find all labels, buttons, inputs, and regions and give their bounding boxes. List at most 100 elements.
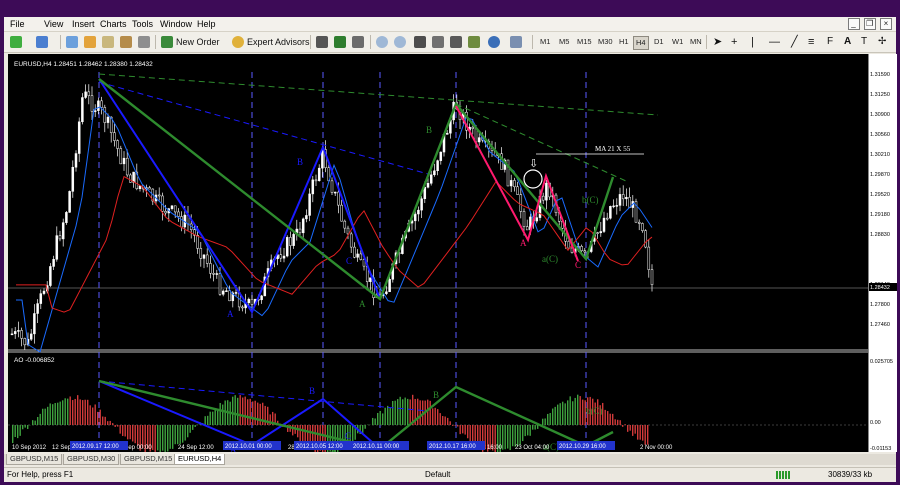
menu-insert[interactable]: Insert bbox=[72, 19, 95, 29]
cursor-icon[interactable]: ➤ bbox=[713, 35, 722, 49]
time-tick-0: 10 Sep 2012 bbox=[12, 445, 47, 451]
ao-bar bbox=[622, 425, 624, 427]
tab-eurusd-h4[interactable]: EURUSD,H4 bbox=[174, 454, 226, 465]
data-window-icon[interactable] bbox=[102, 36, 114, 48]
candle-body bbox=[305, 215, 308, 220]
close-icon[interactable]: × bbox=[880, 18, 892, 30]
menu-window[interactable]: Window bbox=[160, 19, 192, 29]
ao-bar bbox=[517, 425, 519, 447]
ao-wave-label-2: C bbox=[345, 431, 351, 441]
candle-body bbox=[285, 237, 289, 257]
menu-view[interactable]: View bbox=[44, 19, 63, 29]
zoom-in-icon[interactable] bbox=[376, 36, 388, 48]
chart-header: EURUSD,H4 1.28451 1.28462 1.28380 1.2843… bbox=[14, 61, 153, 68]
ma-fast-line bbox=[16, 106, 653, 353]
tf-d1[interactable]: D1 bbox=[652, 36, 666, 48]
ao-tick-2: -0.01153 bbox=[870, 446, 891, 452]
text-label-icon[interactable]: T bbox=[861, 35, 867, 49]
candle-body bbox=[212, 273, 215, 275]
new-chart-icon[interactable] bbox=[10, 36, 22, 48]
ao-bar bbox=[572, 401, 574, 425]
ao-bar bbox=[22, 425, 24, 430]
menu-help[interactable]: Help bbox=[197, 19, 216, 29]
ao-bar bbox=[387, 405, 389, 425]
ao-bar bbox=[94, 404, 96, 425]
candle-body bbox=[609, 206, 612, 219]
ao-wave-label-4: B bbox=[433, 390, 439, 400]
candle-body bbox=[196, 235, 199, 249]
tile-windows-icon[interactable] bbox=[414, 36, 426, 48]
ao-bar bbox=[102, 416, 104, 425]
chart-canvas[interactable]: EURUSD,H4 1.28451 1.28462 1.28380 1.2843… bbox=[8, 54, 868, 456]
wave-label-5: A bbox=[520, 238, 527, 248]
ao-bar bbox=[514, 425, 516, 447]
tab-gbpusd-m30[interactable]: GBPUSD,M30 bbox=[63, 454, 120, 465]
tf-mn[interactable]: MN bbox=[688, 36, 704, 48]
new-order-button[interactable]: New Order bbox=[176, 35, 220, 49]
tab-gbpusd-m15-2[interactable]: GBPUSD,M15 bbox=[120, 454, 177, 465]
ao-bar bbox=[179, 425, 181, 444]
candle-body bbox=[298, 228, 302, 234]
tf-m5[interactable]: M5 bbox=[557, 36, 571, 48]
ao-bar bbox=[542, 418, 544, 425]
vertical-line-icon[interactable]: | bbox=[751, 35, 754, 49]
text-icon[interactable]: A bbox=[844, 35, 851, 49]
ao-bar bbox=[627, 425, 629, 432]
templates-icon[interactable] bbox=[510, 36, 522, 48]
candle-body bbox=[641, 223, 644, 231]
menu-file[interactable]: File bbox=[10, 19, 25, 29]
ao-bar bbox=[232, 396, 234, 425]
wave-label-8: b(C) bbox=[582, 195, 599, 205]
tf-m1[interactable]: M1 bbox=[538, 36, 552, 48]
tf-h4[interactable]: H4 bbox=[633, 36, 649, 50]
tf-w1[interactable]: W1 bbox=[670, 36, 685, 48]
expert-advisors-button[interactable]: Expert Advisors bbox=[247, 35, 310, 49]
ao-bar bbox=[104, 416, 106, 425]
indicators-icon[interactable] bbox=[468, 36, 480, 48]
trendline-icon[interactable]: ╱ bbox=[791, 35, 798, 49]
tf-m15[interactable]: M15 bbox=[575, 36, 594, 48]
time-tick-8: 2 Nov 00:00 bbox=[640, 445, 673, 451]
ao-bar bbox=[567, 400, 569, 425]
candle-body bbox=[228, 290, 231, 302]
ao-header: AO -0.006852 bbox=[14, 357, 55, 364]
tf-m30[interactable]: M30 bbox=[596, 36, 615, 48]
ao-bar bbox=[239, 395, 241, 425]
ao-bar bbox=[137, 425, 139, 446]
ao-bar bbox=[429, 400, 431, 425]
profiles-icon[interactable] bbox=[36, 36, 48, 48]
zoom-out-icon[interactable] bbox=[394, 36, 406, 48]
horizontal-line-icon[interactable]: — bbox=[769, 35, 780, 49]
channel-icon[interactable]: ≡ bbox=[808, 35, 814, 49]
ao-bar bbox=[417, 398, 419, 425]
periods-icon[interactable] bbox=[488, 36, 500, 48]
terminal-icon[interactable] bbox=[120, 36, 132, 48]
fibonacci-icon[interactable]: F bbox=[827, 35, 833, 49]
vline-label-5: 2012.10.29 16:00 bbox=[559, 444, 606, 450]
tf-h1[interactable]: H1 bbox=[617, 36, 631, 48]
ao-bar bbox=[629, 425, 631, 431]
tester-icon[interactable] bbox=[138, 36, 150, 48]
arrows-icon[interactable]: ✢ bbox=[878, 35, 886, 49]
chart-shift-icon[interactable] bbox=[432, 36, 444, 48]
minimize-icon[interactable]: _ bbox=[847, 18, 860, 30]
crosshair-icon[interactable]: + bbox=[731, 35, 737, 49]
candle-body bbox=[349, 233, 353, 248]
navigator-icon[interactable] bbox=[84, 36, 96, 48]
ao-bar bbox=[54, 402, 56, 425]
restore-icon[interactable]: ❐ bbox=[863, 18, 876, 30]
candle-body bbox=[308, 193, 311, 216]
price-chart[interactable]: EURUSD,H4 1.28451 1.28462 1.28380 1.2843… bbox=[8, 54, 868, 456]
market-watch-icon[interactable] bbox=[66, 36, 78, 48]
line-chart-icon[interactable] bbox=[352, 36, 364, 48]
ao-bar bbox=[579, 396, 581, 425]
ao-bar bbox=[609, 413, 611, 425]
candle-body bbox=[314, 179, 318, 182]
menu-charts[interactable]: Charts bbox=[100, 19, 127, 29]
autoscroll-icon[interactable] bbox=[450, 36, 462, 48]
bar-chart-icon[interactable] bbox=[316, 36, 328, 48]
vline-label-4: 2012.10.17 16:00 bbox=[429, 444, 476, 450]
menu-tools[interactable]: Tools bbox=[132, 19, 153, 29]
candle-chart-icon[interactable] bbox=[334, 36, 346, 48]
tab-gbpusd-m15[interactable]: GBPUSD,M15 bbox=[6, 454, 63, 465]
